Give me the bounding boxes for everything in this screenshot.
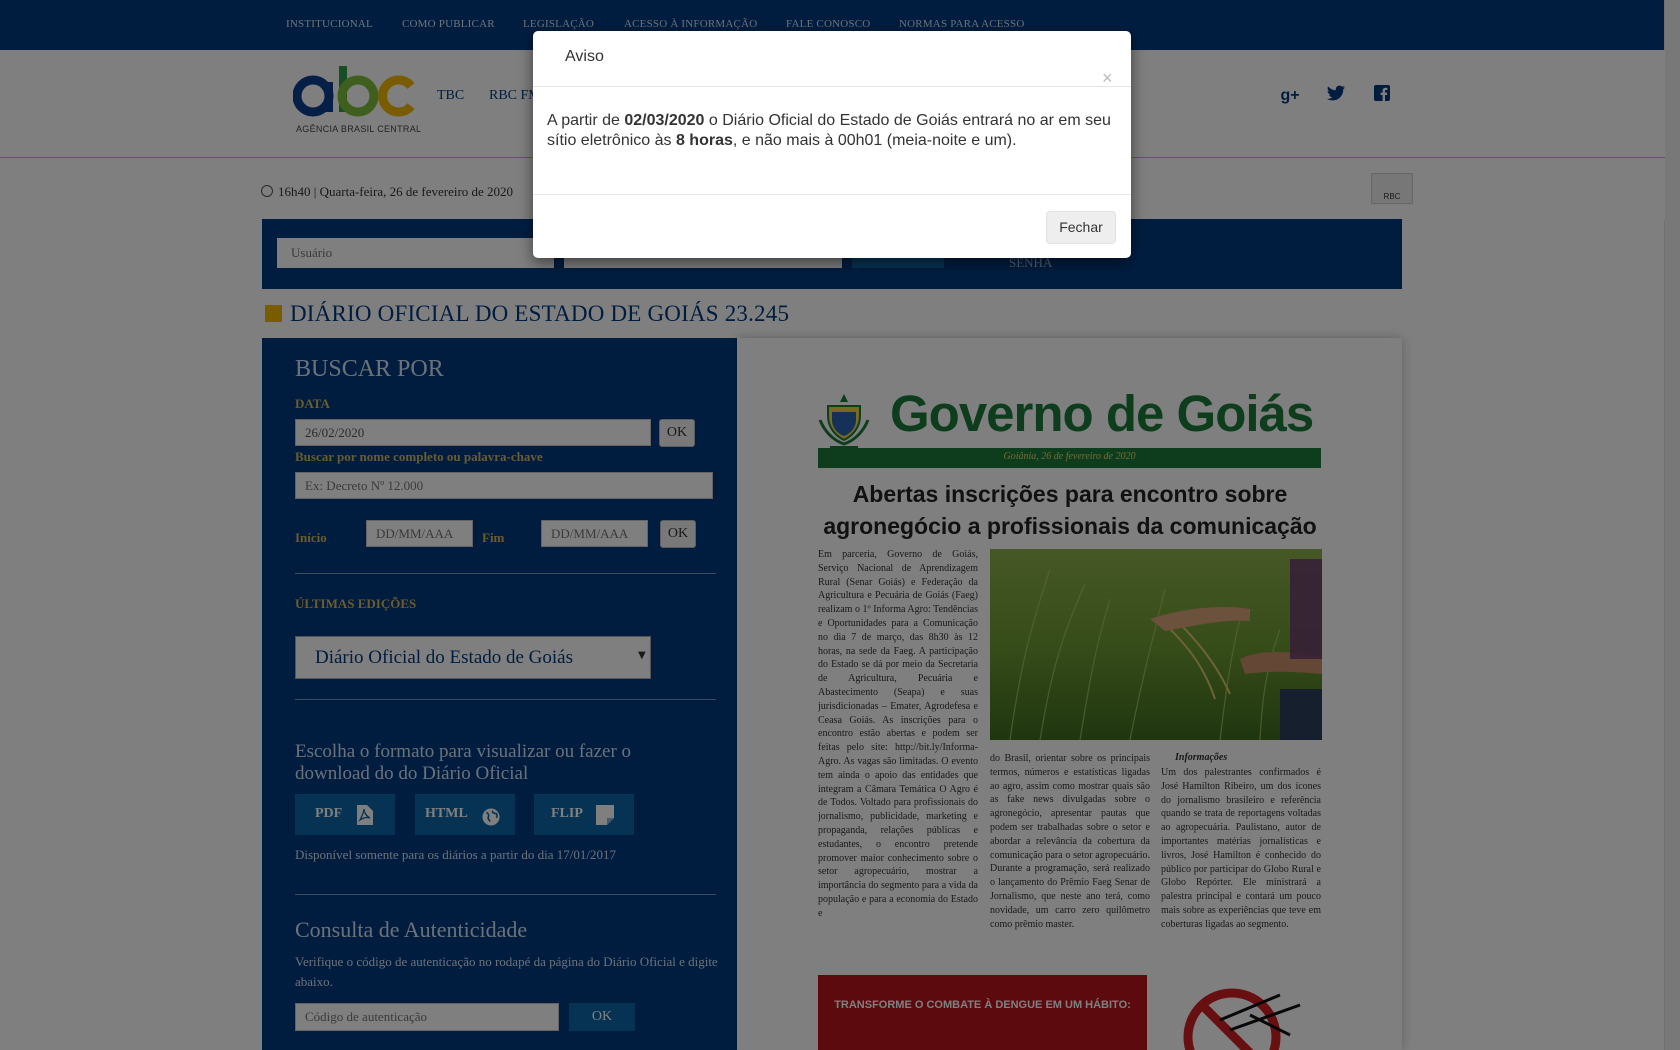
- close-icon[interactable]: ×: [1102, 68, 1113, 88]
- modal-title: Aviso: [565, 48, 604, 65]
- modal-body-date: 02/03/2020: [624, 112, 705, 129]
- modal-body-hours: 8 horas: [675, 132, 733, 149]
- close-modal-button[interactable]: Fechar: [1046, 211, 1116, 244]
- modal-body: A partir de 02/03/2020 o Diário Oficial …: [547, 111, 1117, 151]
- modal-footer-divider: [533, 194, 1131, 195]
- modal-body-text: A partir de: [547, 112, 625, 129]
- modal-header-divider: [533, 86, 1131, 87]
- modal-body-text: , e não mais à 00h01 (meia-noite e um).: [732, 132, 1017, 149]
